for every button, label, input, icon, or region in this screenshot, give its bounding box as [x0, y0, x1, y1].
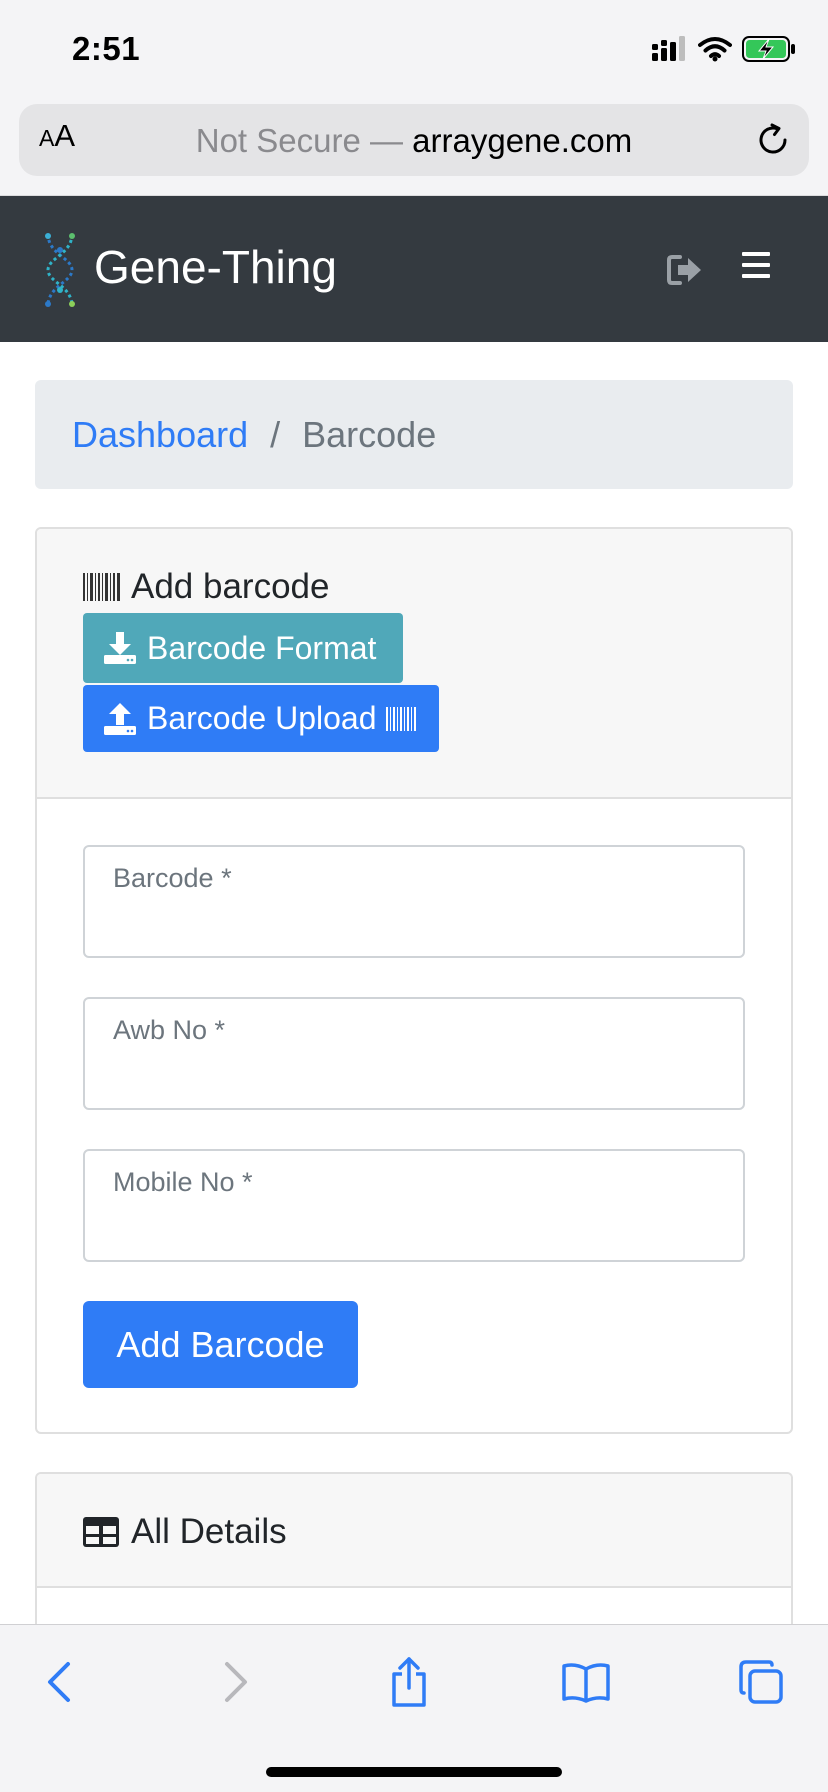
mobile-no-field[interactable]: Mobile No * [83, 1149, 745, 1262]
all-details-title: All Details [83, 1512, 287, 1552]
barcode-icon [83, 573, 120, 601]
download-icon [104, 632, 136, 664]
logout-icon[interactable] [666, 254, 704, 286]
barcode-field-label: Barcode * [113, 863, 232, 893]
add-barcode-card-header: Add barcode Barcode Format Barcode Uploa… [37, 529, 791, 799]
upload-icon [104, 702, 136, 735]
browser-address-area: AA Not Secure — arraygene.com [0, 100, 828, 196]
awb-no-field-label: Awb No * [113, 1015, 226, 1045]
awb-no-field[interactable]: Awb No * [83, 997, 745, 1110]
security-label: Not Secure — [195, 122, 403, 159]
navbar: Gene-Thing [0, 196, 828, 342]
mobile-no-field-label: Mobile No * [113, 1167, 253, 1197]
status-time: 2:51 [72, 30, 141, 67]
share-icon [392, 1657, 426, 1707]
brand-name[interactable]: Gene-Thing [94, 240, 337, 294]
breadcrumb-dashboard-link[interactable]: Dashboard [72, 414, 248, 456]
breadcrumb-current: Barcode [302, 413, 437, 455]
cellular-signal-icon [652, 36, 685, 61]
all-details-title-text: All Details [131, 1512, 287, 1551]
bookmarks-button[interactable] [561, 1657, 611, 1707]
add-barcode-title-text: Add barcode [131, 567, 330, 606]
barcode-field[interactable]: Barcode * [83, 845, 745, 958]
barcode-format-label: Barcode Format [147, 629, 377, 666]
tabs-button[interactable] [736, 1657, 786, 1707]
barcode-input[interactable] [113, 903, 723, 943]
breadcrumb-separator: / [270, 413, 281, 455]
home-indicator[interactable] [266, 1767, 562, 1777]
dna-logo-icon[interactable] [40, 230, 80, 310]
barcode-icon [386, 706, 417, 731]
status-bar: 2:51 [0, 0, 828, 100]
url-display[interactable]: Not Secure — arraygene.com [19, 122, 809, 160]
back-button[interactable] [34, 1657, 84, 1707]
reload-icon[interactable] [755, 122, 791, 158]
hamburger-menu-icon[interactable] [742, 252, 770, 278]
breadcrumb: Dashboard / Barcode [35, 380, 793, 489]
barcode-upload-label: Barcode Upload [147, 700, 377, 736]
back-icon [48, 1662, 70, 1702]
add-barcode-card: Add barcode Barcode Format Barcode Uploa… [35, 527, 793, 1434]
table-icon [83, 1517, 119, 1547]
wifi-icon [698, 37, 732, 62]
awb-no-input[interactable] [113, 1055, 723, 1095]
bookmarks-icon [562, 1663, 610, 1703]
battery-charging-icon [742, 36, 795, 62]
add-barcode-title: Add barcode [83, 567, 329, 607]
barcode-format-button[interactable]: Barcode Format [83, 613, 403, 683]
barcode-upload-button[interactable]: Barcode Upload [83, 685, 439, 752]
browser-toolbar [0, 1624, 828, 1792]
all-details-card-header: All Details [37, 1474, 791, 1588]
url-host: arraygene.com [412, 122, 633, 159]
address-bar[interactable]: AA Not Secure — arraygene.com [19, 104, 809, 176]
forward-button[interactable] [211, 1657, 261, 1707]
tabs-icon [739, 1660, 783, 1704]
status-icons [652, 34, 796, 64]
share-button[interactable] [384, 1657, 434, 1707]
mobile-no-input[interactable] [113, 1207, 723, 1247]
forward-icon [225, 1662, 247, 1702]
add-barcode-button[interactable]: Add Barcode [83, 1301, 358, 1388]
